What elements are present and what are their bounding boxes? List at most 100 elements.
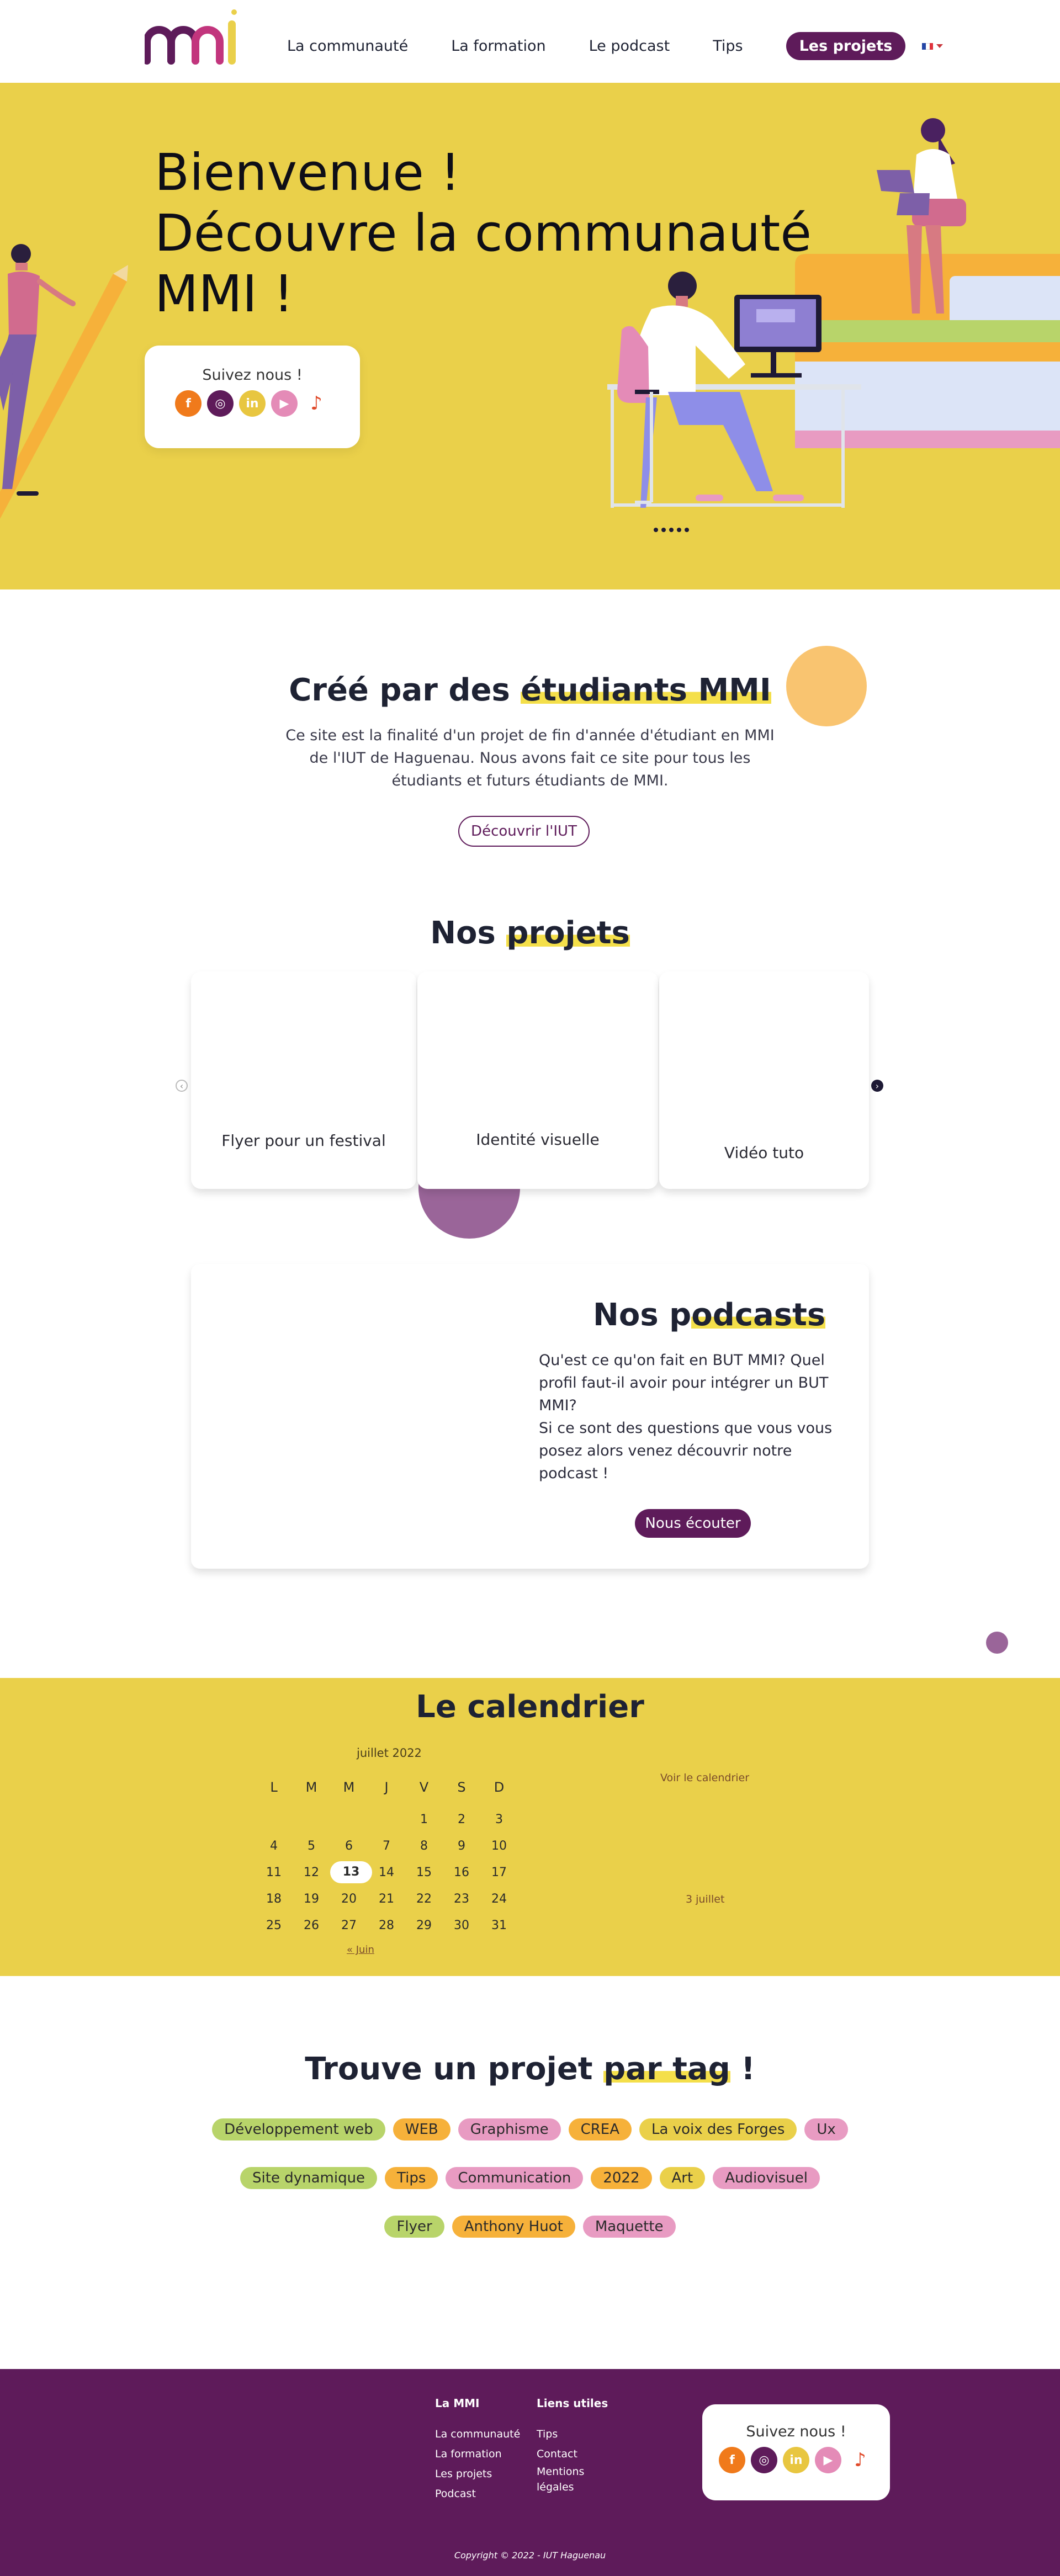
facebook-icon[interactable]: f [719,2447,745,2473]
tag-chip[interactable]: CREA [568,2118,632,2141]
tag-chip[interactable]: Audiovisuel [713,2167,820,2189]
calendar-day: 2 [458,1812,465,1826]
footer-link[interactable]: Podcast [435,2484,520,2504]
mmi-logo[interactable] [145,8,239,66]
projects-carousel: Flyer pour un festival Identité visuelle… [191,971,869,1189]
intro-text: Ce site est la finalité d'un projet de f… [285,727,775,789]
main-nav: La communauté La formation Le podcast Ti… [287,32,944,60]
chevron-down-icon [936,44,944,48]
youtube-icon[interactable]: ▶ [815,2447,841,2473]
listen-button[interactable]: Nous écouter [635,1509,751,1538]
tag-chip[interactable]: Tips [385,2167,438,2189]
site-header: La communauté La formation Le podcast Ti… [0,0,1060,83]
calendar-event-date[interactable]: 3 juillet [686,1893,724,1905]
project-card[interactable]: Identité visuelle [417,971,658,1189]
tag-chip[interactable]: WEB [393,2118,451,2141]
youtube-icon[interactable]: ▶ [271,390,298,417]
language-switcher[interactable] [922,43,944,50]
podcast-title: Nos podcasts [593,1297,826,1333]
calendar-section: Le calendrier juillet 2022 L M M J V S D… [0,1678,1060,1976]
calendar-day: 14 [379,1865,394,1879]
nav-le-podcast[interactable]: Le podcast [589,38,670,55]
calendar-day: 16 [454,1865,469,1879]
project-card[interactable]: Flyer pour un festival [191,971,416,1189]
calendar-day: 17 [491,1865,507,1879]
hero-title: Bienvenue ! Découvre la communauté MMI ! [155,142,817,325]
tiktok-icon[interactable]: ♪ [847,2447,873,2473]
footer-link[interactable]: légales [537,2479,608,2495]
calendar-day: 1 [420,1812,428,1826]
linkedin-icon[interactable]: in [783,2447,809,2473]
nav-les-projets[interactable]: Les projets [786,32,906,60]
nav-tips[interactable]: Tips [713,38,743,55]
footer-link[interactable]: Contact [537,2444,608,2464]
tag-chip[interactable]: Graphisme [458,2118,561,2141]
nav-la-formation[interactable]: La formation [451,38,545,55]
intro-title-prefix: Créé par des [289,672,521,708]
footer-heading: La MMI [435,2397,480,2410]
tags-title-prefix: Trouve un projet [305,2051,604,2087]
footer-link[interactable]: Mentions [537,2464,608,2479]
weekday-label: S [457,1780,466,1795]
tag-chip[interactable]: Maquette [582,2216,676,2238]
tag-chip[interactable]: Développement web [212,2118,385,2141]
calendar-day-today[interactable]: 13 [330,1861,372,1883]
project-card-title: Vidéo tuto [724,1144,804,1162]
tag-chip[interactable]: Communication [446,2167,584,2189]
social-links: f ◎ in ▶ ♪ [145,390,360,417]
carousel-next-icon[interactable]: › [871,1080,883,1092]
weekday-label: M [305,1780,317,1795]
discover-iut-button[interactable]: Découvrir l'IUT [458,816,590,847]
calendar-day: 22 [416,1892,432,1906]
footer-link[interactable]: La communauté [435,2424,520,2444]
calendar-day: 29 [416,1918,432,1932]
tag-chip[interactable]: Site dynamique [240,2167,378,2189]
calendar-day: 23 [454,1892,469,1906]
calendar-day: 6 [345,1839,353,1853]
intro-title: Créé par des étudiants MMI [0,672,1060,708]
follow-us-label: Suivez nous ! [202,367,303,384]
calendar-day: 30 [454,1918,469,1932]
calendar-week: 25 26 27 28 29 30 31 [255,1912,520,1938]
tag-row: Développement web WEB Graphisme CREA La … [0,2118,1060,2141]
linkedin-icon[interactable]: in [239,390,266,417]
tags-title: Trouve un projet par tag ! [0,2051,1060,2087]
podcast-card: Nos podcasts Qu'est ce qu'on fait en BUT… [191,1264,869,1569]
carousel-prev-icon[interactable]: ‹ [176,1080,188,1092]
tags-title-highlight: par tag [603,2051,730,2087]
projects-title-prefix: Nos [430,915,507,951]
today-value: 13 [330,1861,372,1883]
tag-chip[interactable]: Ux [804,2118,848,2141]
view-calendar-link[interactable]: Voir le calendrier [660,1772,749,1784]
social-links: f ◎ in ▶ ♪ [702,2447,890,2473]
footer-link[interactable]: Les projets [435,2464,520,2484]
tag-chip[interactable]: Anthony Huot [452,2216,575,2238]
instagram-icon[interactable]: ◎ [207,390,234,417]
footer-col-mmi: La MMI La communauté La formation Les pr… [435,2397,520,2504]
facebook-icon[interactable]: f [175,390,202,417]
project-card[interactable]: Vidéo tuto [659,971,869,1189]
calendar-title: Le calendrier [416,1689,644,1725]
footer-link[interactable]: Tips [537,2424,608,2444]
projects-title: Nos projets [0,915,1060,951]
tag-chip[interactable]: Art [659,2167,706,2189]
tiktok-icon[interactable]: ♪ [303,390,330,417]
calendar-day: 24 [491,1892,507,1906]
calendar-day: 5 [308,1839,315,1853]
project-card-title: Flyer pour un festival [221,1132,386,1150]
calendar-week: 4 5 6 7 8 9 10 [255,1833,520,1859]
nav-la-communaute[interactable]: La communauté [287,38,408,55]
weekday-label: V [419,1780,429,1795]
tag-chip[interactable]: La voix des Forges [639,2118,797,2141]
tags-title-suffix: ! [730,2051,755,2087]
instagram-icon[interactable]: ◎ [751,2447,777,2473]
weekday-label: L [270,1780,278,1795]
tag-chip[interactable]: 2022 [591,2167,652,2189]
tag-chip[interactable]: Flyer [384,2216,444,2238]
calendar-day: 19 [304,1892,319,1906]
footer-heading: Liens utiles [537,2397,608,2410]
footer-col-links: Liens utiles Tips Contact Mentions légal… [537,2397,608,2495]
calendar-day: 3 [495,1812,503,1826]
footer-link[interactable]: La formation [435,2444,520,2464]
calendar-prev-month-link[interactable]: « Juin [347,1944,374,1956]
